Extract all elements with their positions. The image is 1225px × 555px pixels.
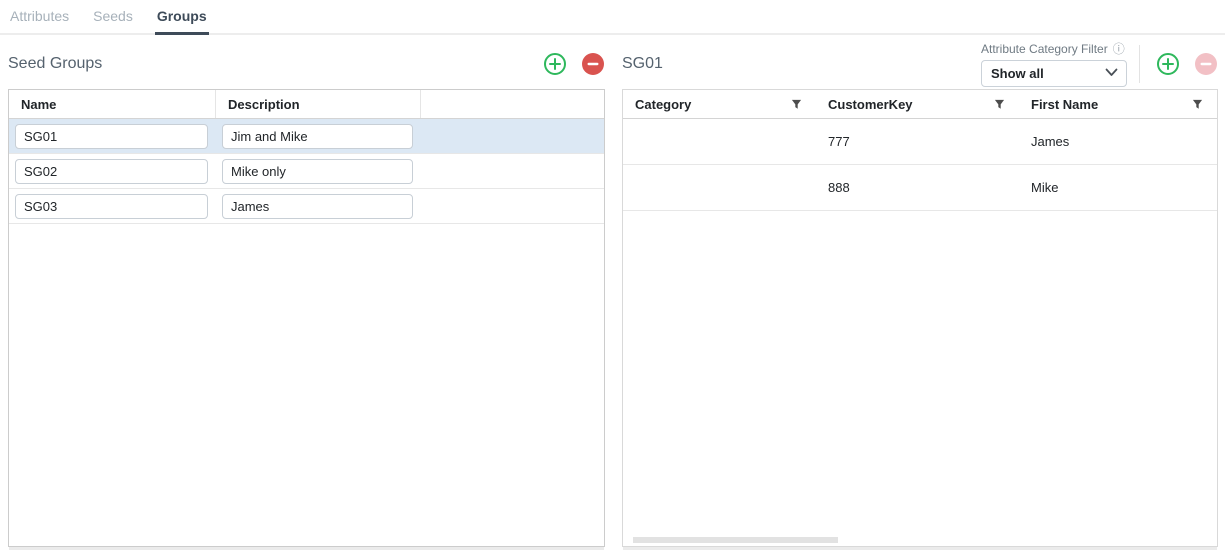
tab-groups[interactable]: Groups	[155, 6, 209, 35]
detail-header: SG01 Attribute Category Filter ⓘ Show al…	[622, 39, 1218, 89]
horizontal-scrollbar[interactable]	[623, 534, 1217, 546]
column-header-description: Description	[216, 90, 421, 118]
add-member-button[interactable]	[1156, 52, 1180, 76]
selected-group-title: SG01	[622, 55, 663, 73]
seed-groups-panel: Seed Groups	[8, 35, 605, 547]
firstname-cell: James	[1019, 134, 1217, 149]
chevron-down-icon	[1105, 64, 1118, 82]
name-cell	[9, 159, 216, 184]
attribute-category-filter: Attribute Category Filter ⓘ Show all	[981, 42, 1127, 87]
seed-groups-header: Seed Groups	[8, 39, 605, 89]
plus-circle-icon	[543, 64, 567, 79]
firstname-cell: Mike	[1019, 180, 1217, 195]
tab-attributes[interactable]: Attributes	[8, 6, 71, 33]
content-panels: Seed Groups	[0, 35, 1225, 547]
panel-title: Seed Groups	[8, 55, 102, 73]
header-divider	[1139, 45, 1140, 83]
customerkey-cell: 777	[816, 134, 1019, 149]
name-input[interactable]	[15, 124, 208, 149]
name-input[interactable]	[15, 194, 208, 219]
customerkey-cell: 888	[816, 180, 1019, 195]
filter-label-text: Attribute Category Filter	[981, 42, 1108, 56]
seed-groups-table: Name Description	[8, 89, 605, 547]
plus-circle-icon	[1156, 64, 1180, 79]
name-cell	[9, 194, 216, 219]
name-cell	[9, 124, 216, 149]
tab-seeds[interactable]: Seeds	[91, 6, 135, 33]
scrollbar-thumb[interactable]	[633, 537, 838, 543]
minus-circle-disabled-icon	[1194, 64, 1218, 79]
tab-bar: Attributes Seeds Groups	[0, 0, 1225, 35]
filter-funnel-icon[interactable]	[1192, 99, 1203, 110]
add-seed-group-button[interactable]	[543, 52, 567, 76]
column-label: Category	[635, 97, 691, 112]
seed-group-detail-panel: SG01 Attribute Category Filter ⓘ Show al…	[622, 35, 1218, 547]
table-row[interactable]	[9, 154, 604, 189]
description-input[interactable]	[222, 159, 413, 184]
column-header-extra	[421, 90, 604, 118]
name-input[interactable]	[15, 159, 208, 184]
table-header: Category CustomerKey First Name	[623, 90, 1217, 119]
column-header-firstname: First Name	[1019, 90, 1217, 118]
filter-funnel-icon[interactable]	[791, 99, 802, 110]
info-icon[interactable]: ⓘ	[1113, 43, 1125, 55]
table-header: Name Description	[9, 90, 604, 119]
description-input[interactable]	[222, 194, 413, 219]
minus-circle-icon	[581, 64, 605, 79]
description-cell	[216, 124, 421, 149]
select-value: Show all	[991, 66, 1105, 81]
attribute-category-filter-label: Attribute Category Filter ⓘ	[981, 42, 1125, 56]
table-row[interactable]: 888 Mike	[623, 165, 1217, 211]
column-label: CustomerKey	[828, 97, 913, 112]
table-row[interactable]	[9, 119, 604, 154]
remove-seed-group-button[interactable]	[581, 52, 605, 76]
column-header-name: Name	[9, 90, 216, 118]
remove-member-button[interactable]	[1194, 52, 1218, 76]
attribute-category-filter-select[interactable]: Show all	[981, 60, 1127, 87]
group-members-table: Category CustomerKey First Name	[622, 89, 1218, 547]
app-window: Attributes Seeds Groups Seed Groups	[0, 0, 1225, 555]
column-header-category: Category	[623, 90, 816, 118]
table-row[interactable]: 777 James	[623, 119, 1217, 165]
filter-funnel-icon[interactable]	[994, 99, 1005, 110]
table-row[interactable]	[9, 189, 604, 224]
description-input[interactable]	[222, 124, 413, 149]
column-header-customerkey: CustomerKey	[816, 90, 1019, 118]
description-cell	[216, 159, 421, 184]
description-cell	[216, 194, 421, 219]
column-label: First Name	[1031, 97, 1098, 112]
